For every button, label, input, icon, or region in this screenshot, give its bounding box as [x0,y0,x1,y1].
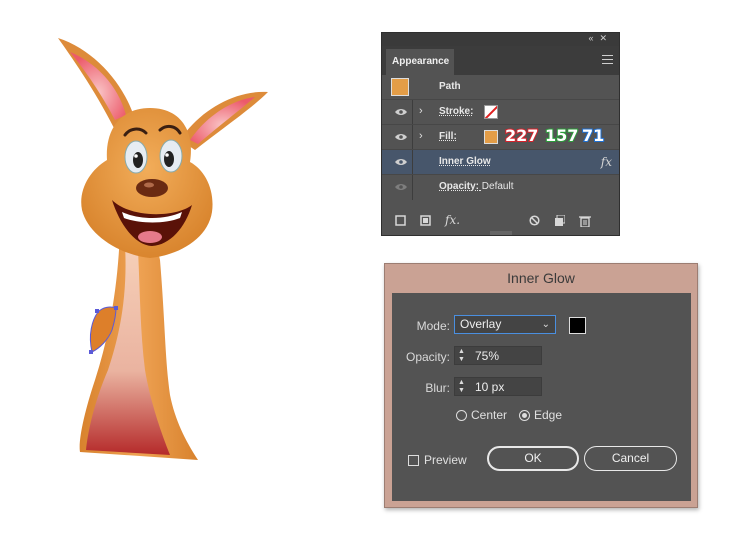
add-effect-icon[interactable]: fx. [445,213,460,227]
panel-menu-icon[interactable] [602,55,613,64]
dialog-title: Inner Glow [507,270,575,286]
add-fill-icon[interactable] [420,215,431,226]
duplicate-icon[interactable] [554,215,565,226]
eye-icon[interactable] [395,108,407,116]
opacity-value: Default [481,181,514,192]
fill-green-value: 157 [544,125,579,146]
checkbox-icon [408,455,419,466]
preview-label: Preview [424,453,467,467]
trash-icon[interactable] [579,215,591,227]
ok-button[interactable]: OK [487,446,579,471]
add-stroke-icon[interactable] [395,215,406,226]
radio-on-icon [519,410,530,421]
row-opacity[interactable]: Opacity: Default [382,175,619,200]
panel-titlebar: «✕ [382,33,619,46]
panel-tab-row: Appearance [382,46,619,75]
center-radio[interactable]: Center [456,408,507,422]
row-stroke-label[interactable]: Stroke: [439,106,473,117]
row-stroke[interactable]: › Stroke: [382,100,619,125]
kangaroo-illustration [58,38,268,460]
cancel-button[interactable]: Cancel [584,446,677,471]
row-fill-label[interactable]: Fill: [439,131,457,142]
opacity-label-text: Opacity: [439,181,480,192]
opacity-input-value[interactable]: 75% [475,349,499,363]
tab-appearance[interactable]: Appearance [386,49,454,75]
close-icon[interactable]: ✕ [599,33,613,43]
stepper-arrows-icon[interactable]: ▲ ▼ [458,379,465,395]
clear-icon[interactable] [529,215,540,226]
center-label: Center [471,408,508,422]
eye-icon[interactable] [395,133,407,141]
row-path[interactable]: Path [382,75,619,100]
fx-icon[interactable]: fx [601,155,612,169]
eye-icon[interactable] [395,183,407,191]
opacity-label: Opacity: [405,350,450,364]
blur-input-value[interactable]: 10 px [475,380,504,394]
path-thumbnail [391,78,409,96]
edge-radio[interactable]: Edge [519,408,562,422]
preview-checkbox[interactable]: Preview [408,453,467,467]
mode-label: Mode: [416,319,450,333]
opacity-stepper[interactable]: ▲ ▼ 75% [454,346,542,365]
fill-red-value: 227 [504,125,539,146]
mode-select[interactable]: Overlay ⌄ [454,315,556,334]
blur-stepper[interactable]: ▲ ▼ 10 px [454,377,542,396]
appearance-panel: «✕ Appearance Path › Stroke: › Fill: 227… [381,32,620,236]
panel-resize-grip[interactable] [490,231,512,235]
row-inner-glow-label[interactable]: Inner Glow [439,156,491,167]
chevron-down-icon: ⌄ [541,319,550,330]
blur-label: Blur: [425,381,450,395]
row-fill[interactable]: › Fill: 227 157 71 [382,125,619,150]
eye-icon[interactable] [395,158,407,166]
edge-label: Edge [534,408,563,422]
fill-color-swatch[interactable] [484,130,498,144]
chevron-right-icon[interactable]: › [419,130,423,142]
inner-glow-dialog: Inner Glow Mode: Overlay ⌄ Opacity: ▲ ▼ 7… [384,263,698,508]
stroke-none-swatch[interactable] [484,105,498,119]
dialog-body: Mode: Overlay ⌄ Opacity: ▲ ▼ 75% Blur: ▲ ▼… [392,293,691,501]
chevron-right-icon[interactable]: › [419,105,423,117]
radio-off-icon [456,410,467,421]
row-path-label: Path [439,81,461,92]
row-inner-glow[interactable]: Inner Glow fx [382,150,619,175]
collapse-icon[interactable]: « [588,33,599,43]
panel-bottom-bar: fx. [382,209,619,235]
glow-color-swatch[interactable] [569,317,586,334]
mode-value: Overlay [460,317,502,331]
row-opacity-label[interactable]: Opacity: Default [439,181,513,192]
fill-blue-value: 71 [581,125,605,146]
stepper-arrows-icon[interactable]: ▲ ▼ [458,348,465,364]
